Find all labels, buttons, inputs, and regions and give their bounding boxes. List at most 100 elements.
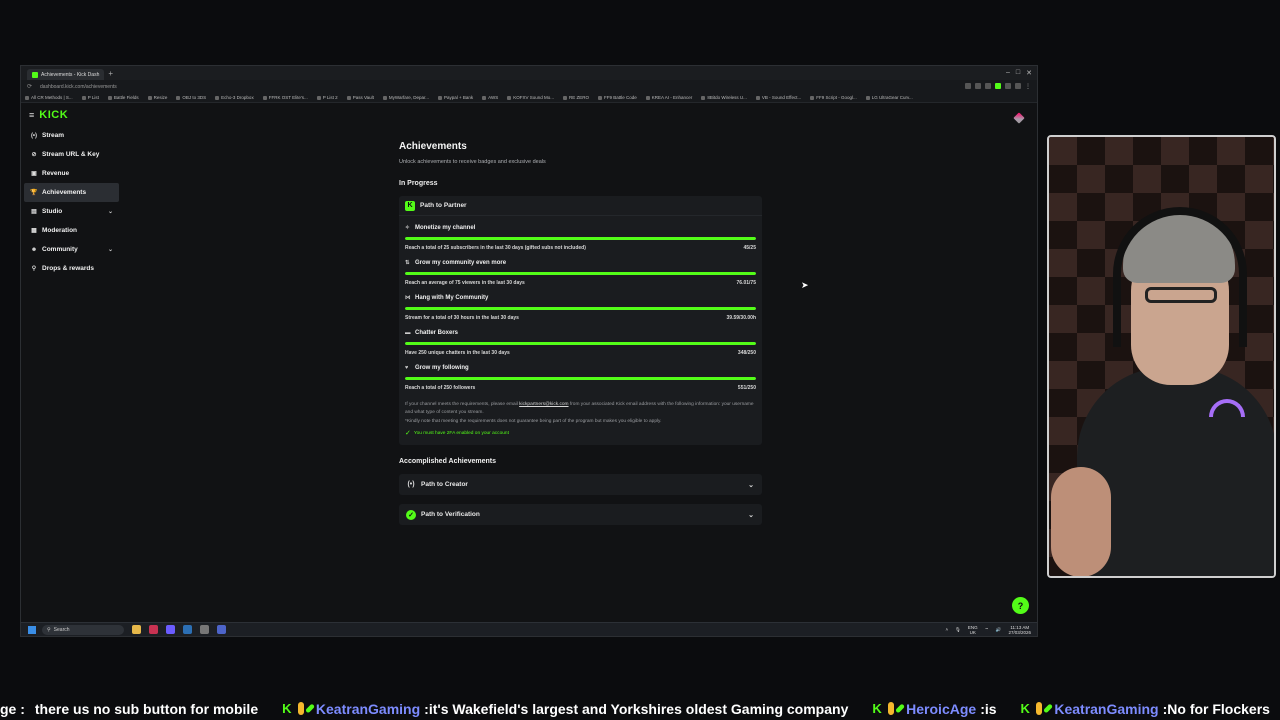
help-chat-button[interactable]: ? (1012, 597, 1029, 614)
chat-message: it's Wakefield's largest and Yorkshires … (428, 700, 849, 717)
file-explorer-icon[interactable] (132, 625, 141, 634)
sidebar-header: ≡ KICK (21, 104, 121, 126)
app-icon[interactable] (200, 625, 209, 634)
extension-icon[interactable] (1015, 83, 1021, 89)
goal-description: Reach a total of 250 followers (405, 385, 476, 391)
sidebar-item-icon: ▤ (31, 209, 37, 215)
sub-badge-icon (887, 702, 894, 715)
bookmark-item[interactable]: KREA AI - Enhancer (646, 95, 693, 100)
clock-time: 11:13 AM (1010, 624, 1030, 630)
extension-icon[interactable] (985, 83, 991, 89)
chevron-up-icon[interactable]: ˄ (946, 627, 949, 632)
taskbar-search-label: Search (53, 626, 70, 633)
maximize-button[interactable]: □ (1016, 69, 1020, 77)
bookmark-item[interactable]: FF9 Battle Code (598, 95, 637, 100)
accomplished-title: Path to Creator (421, 481, 468, 488)
bookmark-item[interactable]: FFRK OST Elite's... (263, 95, 308, 100)
bookmark-item[interactable]: VB - Sound Effect... (756, 95, 801, 100)
achievement-goal: ✧ Monetize my channel Reach a total of 25 … (405, 222, 756, 251)
kick-extension-icon[interactable] (995, 83, 1001, 89)
steam-icon[interactable] (183, 625, 192, 634)
achievement-goal: ▬ Chatter Boxers Have 250 unique chatters … (405, 327, 756, 356)
extension-icon[interactable] (965, 83, 971, 89)
volume-icon[interactable]: 🔊 (996, 627, 1002, 633)
accomplished-path-to-creator[interactable]: (•) Path to Creator ⌄ (399, 474, 762, 495)
check-icon: ✓ (405, 430, 411, 437)
bookmark-item[interactable]: Paypal + Bank (438, 95, 473, 100)
account-gem-icon[interactable] (1013, 112, 1025, 124)
sidebar-item-stream[interactable]: (•) Stream (24, 126, 119, 145)
goal-details: Reach a total of 250 followers 551/250 (405, 385, 756, 391)
sidebar-item-revenue[interactable]: ▣ Revenue (24, 164, 119, 183)
path-to-partner-card: K Path to Partner ✧ Monetize my channel Re… (399, 196, 762, 445)
goal-title: ⋈ Hang with My Community (405, 292, 756, 304)
app-icon[interactable] (149, 625, 158, 634)
headset (1113, 207, 1247, 347)
kick-logo[interactable]: KICK (39, 109, 68, 121)
accomplished-path-to-verification[interactable]: ✓ Path to Verification ⌄ (399, 504, 762, 525)
minimize-button[interactable]: – (1006, 69, 1010, 77)
goal-title: ⇅ Grow my community even more (405, 257, 756, 269)
twofa-requirement-text: You must have 2FA enabled on your accoun… (413, 430, 509, 436)
chevron-down-icon[interactable]: ⌄ (748, 511, 754, 519)
close-button[interactable]: ✕ (1026, 69, 1032, 77)
sidebar: ≡ KICK (•) Stream ⊘ Stream URL & Key ▣ Revenu… (21, 104, 121, 622)
system-tray: ˄ 🎙 ENG UK ⌔ 🔊 11:13 AM 27/03/2026 (946, 625, 1038, 635)
sidebar-item-label: Achievements (42, 189, 87, 196)
sidebar-item-moderation[interactable]: ▦ Moderation (24, 221, 119, 240)
new-tab-button[interactable]: + (108, 69, 113, 78)
streamer-hand (1051, 467, 1111, 576)
sidebar-item-studio[interactable]: ▤ Studio ⌄ (24, 202, 119, 221)
verified-icon: ✓ (406, 509, 416, 520)
windows-start-icon[interactable] (28, 625, 36, 634)
taskbar-search[interactable]: ⚲ Search (42, 624, 124, 635)
bookmark-item[interactable]: MyWarfare, Depar... (383, 95, 429, 100)
clock[interactable]: 11:13 AM 27/03/2026 (1008, 625, 1031, 635)
chevron-down-icon[interactable]: ⌄ (108, 246, 113, 253)
extension-icon[interactable] (975, 83, 981, 89)
bookmark-item[interactable]: All CR Methods | S... (25, 95, 73, 100)
app-icon[interactable] (217, 625, 226, 634)
bookmark-item[interactable]: Battle Fields (108, 95, 139, 100)
menu-icon[interactable]: ⋮ (1025, 83, 1031, 90)
bookmark-item[interactable]: RE ZERO (563, 95, 589, 100)
language-bottom: UK (969, 629, 976, 635)
bookmark-item[interactable]: Resize (148, 95, 168, 100)
discord-icon[interactable] (166, 625, 175, 634)
sidebar-item-community[interactable]: ☻ Community ⌄ (24, 240, 119, 259)
goal-title: ✧ Monetize my channel (405, 222, 756, 234)
bookmark-item[interactable]: 8Bitdo Wireless U... (701, 95, 747, 100)
bookmark-item[interactable]: KOFXV Sound Mo... (507, 95, 554, 100)
url-field[interactable]: dashboard.kick.com/achievements (40, 84, 117, 90)
partner-email-link[interactable]: kickpartners@kick.com (519, 402, 568, 407)
sparkle-badge-icon (304, 703, 315, 714)
bookmark-item[interactable]: P List 2 (317, 95, 338, 100)
sidebar-item-icon: ▣ (31, 171, 37, 177)
microphone-icon[interactable]: 🎙 (955, 627, 961, 633)
sidebar-item-stream-url-key[interactable]: ⊘ Stream URL & Key (24, 145, 119, 164)
bookmark-item[interactable]: FF9 Script - Googl... (810, 95, 857, 100)
sidebar-item-label: Moderation (42, 227, 78, 234)
language-indicator[interactable]: ENG UK (968, 625, 978, 635)
kick-badge-icon: K (282, 701, 292, 716)
goal-description: Reach an average of 75 viewers in the la… (405, 280, 525, 286)
glasses (1145, 287, 1217, 303)
bookmark-item[interactable]: LG UltraGear Curv... (866, 95, 913, 100)
bookmark-item[interactable]: Echo-3 Dropbox (215, 95, 254, 100)
bookmark-item[interactable]: P List (82, 95, 99, 100)
extension-icon[interactable] (1005, 83, 1011, 89)
sidebar-item-achievements[interactable]: 🏆 Achievements (24, 183, 119, 202)
wifi-icon[interactable]: ⌔ (985, 627, 989, 633)
bookmark-item[interactable]: Pass Vault (347, 95, 374, 100)
menu-icon[interactable]: ≡ (29, 110, 34, 120)
sidebar-item-drops-rewards[interactable]: ⚲ Drops & rewards (24, 259, 119, 278)
chevron-down-icon[interactable]: ⌄ (748, 481, 754, 489)
reload-icon[interactable]: ⟳ (27, 83, 32, 90)
sidebar-item-icon: 🏆 (30, 190, 38, 196)
bookmark-item[interactable]: AWS (482, 95, 498, 100)
bookmark-item[interactable]: OBJ to 3DS (176, 95, 206, 100)
goal-description: Reach a total of 25 subscribers in the l… (405, 245, 586, 251)
chevron-down-icon[interactable]: ⌄ (108, 208, 113, 215)
browser-tab[interactable]: Achievements - Kick Dash (27, 69, 105, 80)
goal-details: Reach a total of 25 subscribers in the l… (405, 245, 756, 251)
